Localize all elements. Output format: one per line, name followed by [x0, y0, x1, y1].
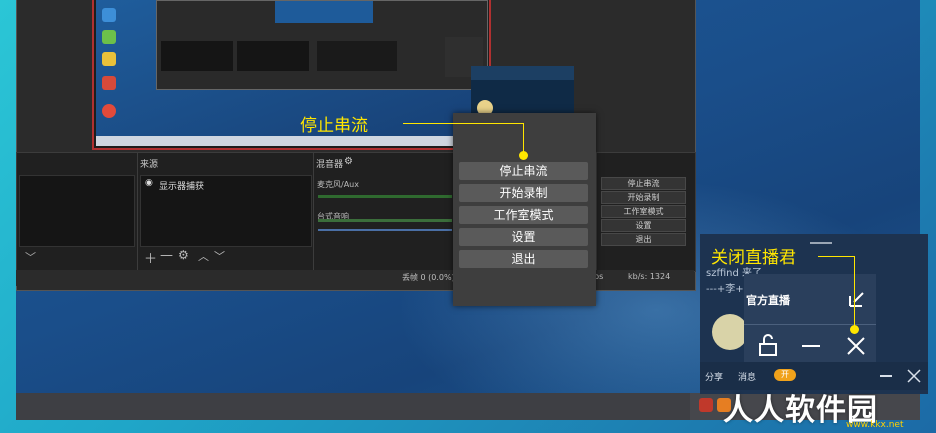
preview-desktop	[96, 0, 489, 146]
tray-app-icon[interactable]	[699, 398, 713, 412]
chat-line: ---+李+	[706, 284, 744, 295]
preview-nested	[275, 1, 373, 23]
chat-header	[471, 66, 574, 80]
studio-mode-button[interactable]: 工作室模式	[601, 205, 686, 218]
preview-taskbar	[96, 136, 489, 146]
mixer-dock: 混音器 ⚙ 麦克风/Aux 台式音响	[313, 152, 455, 272]
volume-meter	[318, 195, 452, 198]
scenes-list[interactable]	[19, 175, 135, 247]
callout-close-app: 关闭直播君	[711, 248, 796, 268]
remove-source-icon[interactable]: —	[160, 248, 173, 263]
scenes-dock: ﹀	[16, 152, 138, 272]
sources-header: 来源	[140, 160, 159, 170]
close-icon[interactable]	[846, 336, 866, 356]
chevron-down-icon[interactable]: ﹀	[25, 249, 36, 265]
callout-line	[523, 123, 524, 153]
callout-line	[403, 123, 524, 124]
desktop-icon	[102, 8, 116, 22]
desktop-icon	[102, 76, 116, 90]
avatar	[712, 314, 748, 350]
menu-settings[interactable]: 设置	[459, 228, 588, 246]
preview-list	[161, 41, 233, 71]
close-icon[interactable]	[907, 369, 921, 383]
minimize-icon[interactable]	[802, 345, 820, 347]
source-item[interactable]: 显示器捕获	[159, 179, 204, 192]
tray-context-menu: 停止串流 开始录制 工作室模式 设置 退出	[453, 113, 596, 306]
preview-list	[237, 41, 309, 71]
menu-lines	[810, 242, 832, 244]
menu-exit[interactable]: 退出	[459, 250, 588, 268]
start-recording-button[interactable]: 开始录制	[601, 191, 686, 204]
callout-line	[854, 256, 855, 328]
watermark-url: www.kkx.net	[846, 420, 904, 430]
zhibojun-card: 官方直播	[744, 274, 876, 362]
message-button[interactable]: 消息	[738, 370, 756, 383]
unlock-icon[interactable]	[758, 334, 778, 356]
settings-button[interactable]: 设置	[601, 219, 686, 232]
callout-line	[818, 256, 855, 257]
sources-list[interactable]: ◉ 显示器捕获	[140, 175, 312, 247]
menu-stop-stream[interactable]: 停止串流	[459, 162, 588, 180]
sources-dock: 来源 ◉ 显示器捕获 ＋ — ⚙ ︿ ﹀	[137, 152, 314, 272]
preview-mixer	[317, 41, 397, 71]
chevron-up-icon[interactable]: ︿	[198, 248, 209, 264]
add-source-icon[interactable]: ＋	[144, 248, 157, 267]
preview-obs-window	[156, 0, 488, 90]
edit-icon[interactable]	[848, 290, 866, 308]
volume-slider[interactable]	[318, 229, 452, 231]
chevron-down-icon[interactable]: ﹀	[214, 248, 225, 264]
menu-studio-mode[interactable]: 工作室模式	[459, 206, 588, 224]
message-toggle[interactable]: 开	[774, 369, 796, 381]
minimize-icon[interactable]	[880, 375, 892, 377]
dropped-frames: 丢帧 0 (0.0%)	[402, 273, 455, 282]
desktop-icon	[102, 30, 116, 44]
share-button[interactable]: 分享	[705, 370, 723, 383]
bitrate-readout: kb/s: 1324	[628, 272, 671, 281]
callout-dot	[519, 151, 528, 160]
volume-meter	[318, 219, 452, 222]
stop-stream-button[interactable]: 停止串流	[601, 177, 686, 190]
gear-icon[interactable]: ⚙	[178, 248, 189, 262]
controls-dock: 停止串流 开始录制 工作室模式 设置 退出	[596, 152, 696, 272]
exit-button[interactable]: 退出	[601, 233, 686, 246]
callout-stop-stream: 停止串流	[300, 116, 368, 136]
card-title: 官方直播	[746, 294, 790, 307]
menu-start-recording[interactable]: 开始录制	[459, 184, 588, 202]
mixer-header: 混音器	[316, 160, 344, 170]
mixer-track-label: 麦克风/Aux	[317, 180, 359, 189]
desktop-icon	[102, 52, 116, 66]
desktop-icon	[102, 104, 116, 118]
stream-preview	[92, 0, 491, 150]
eye-icon[interactable]: ◉	[145, 178, 153, 188]
gear-icon[interactable]: ⚙	[344, 156, 353, 167]
callout-dot	[850, 325, 859, 334]
